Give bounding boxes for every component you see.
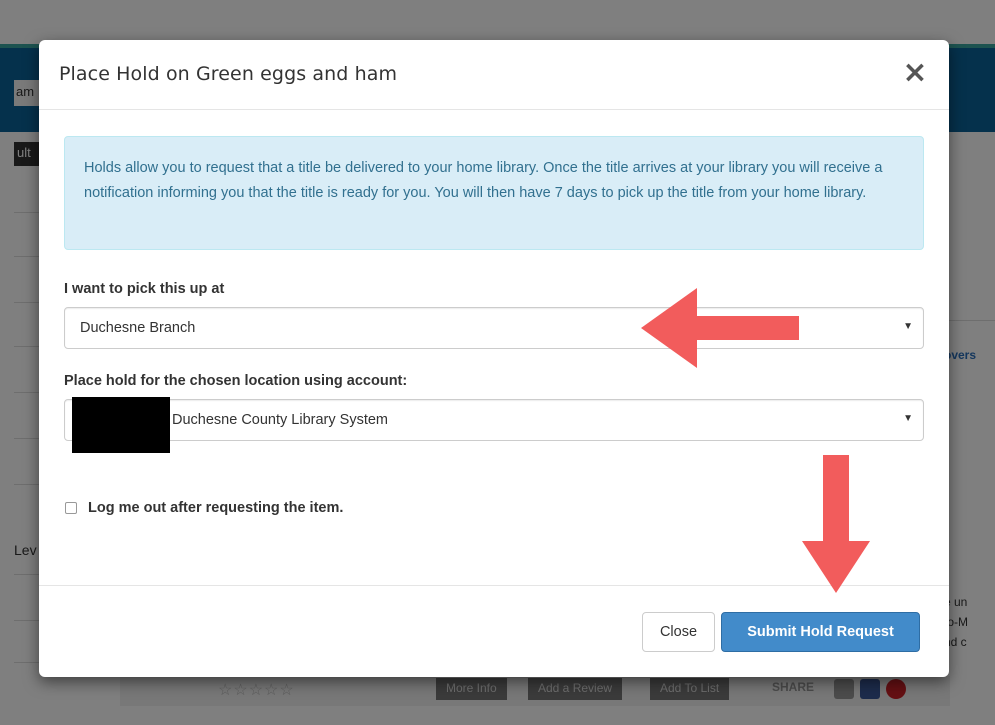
place-hold-dialog: Place Hold on Green eggs and ham × Holds… bbox=[39, 40, 949, 677]
redaction-box bbox=[72, 397, 170, 453]
chevron-down-icon: ▼ bbox=[903, 321, 913, 332]
chevron-down-icon: ▼ bbox=[903, 413, 913, 424]
dialog-header: Place Hold on Green eggs and ham × bbox=[39, 40, 949, 110]
account-value: Duchesne County Library System bbox=[172, 412, 388, 428]
logout-checkbox-label[interactable]: Log me out after requesting the item. bbox=[88, 500, 343, 516]
holds-info-alert: Holds allow you to request that a title … bbox=[64, 136, 924, 250]
pickup-location-label: I want to pick this up at bbox=[64, 281, 225, 297]
pickup-location-value: Duchesne Branch bbox=[80, 320, 196, 336]
account-select[interactable]: Duchesne County Library System ▼ bbox=[64, 399, 924, 441]
logout-checkbox[interactable] bbox=[65, 502, 77, 514]
close-button[interactable]: Close bbox=[642, 612, 715, 652]
dialog-title: Place Hold on Green eggs and ham bbox=[59, 63, 398, 85]
dialog-footer: Close Submit Hold Request bbox=[39, 585, 949, 678]
close-icon[interactable]: × bbox=[901, 58, 929, 88]
pickup-location-select[interactable]: Duchesne Branch ▼ bbox=[64, 307, 924, 349]
submit-hold-request-button[interactable]: Submit Hold Request bbox=[721, 612, 920, 652]
account-label: Place hold for the chosen location using… bbox=[64, 373, 408, 389]
